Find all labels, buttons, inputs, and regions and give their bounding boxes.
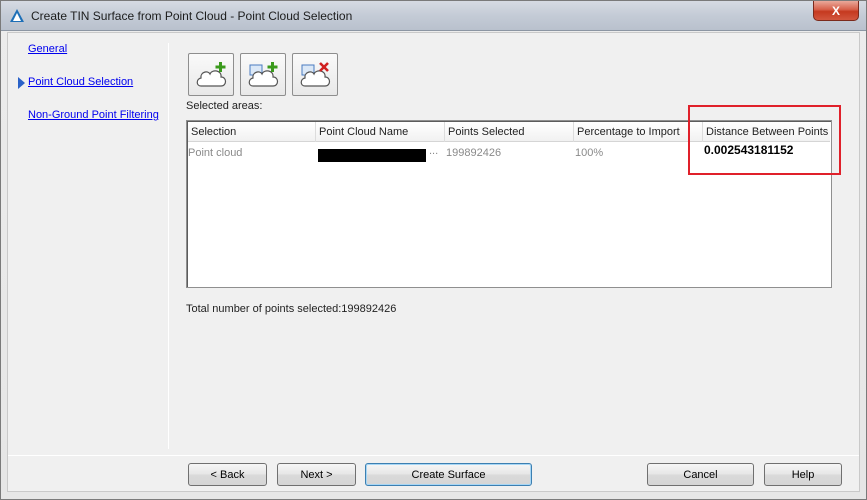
cell-points-selected: 199892426	[446, 147, 502, 159]
column-header-point-cloud-name[interactable]: Point Cloud Name	[316, 122, 445, 142]
dialog-window: Create TIN Surface from Point Cloud - Po…	[0, 0, 867, 500]
column-header-points-selected[interactable]: Points Selected	[445, 122, 574, 142]
footer-divider	[8, 455, 859, 456]
close-button[interactable]: X	[813, 1, 859, 21]
nav-divider	[168, 43, 169, 449]
redacted-point-cloud-name	[318, 149, 426, 162]
active-page-arrow-icon	[18, 77, 25, 89]
nav-item-non-ground-point-filtering[interactable]: Non-Ground Point Filtering	[28, 109, 159, 121]
create-surface-button[interactable]: Create Surface	[365, 463, 532, 486]
close-icon: X	[831, 3, 840, 18]
window-title: Create TIN Surface from Point Cloud - Po…	[31, 9, 353, 23]
help-button[interactable]: Help	[764, 463, 842, 486]
cell-name-ellipsis: ...	[429, 145, 439, 157]
column-header-percentage-to-import[interactable]: Percentage to Import	[574, 122, 703, 142]
selected-areas-label: Selected areas:	[186, 100, 263, 112]
cell-percentage: 100%	[575, 147, 604, 159]
nav-item-general[interactable]: General	[28, 43, 67, 55]
distance-highlight-annotation	[688, 105, 841, 175]
app-icon	[9, 8, 25, 24]
add-point-cloud-icon	[196, 62, 227, 87]
next-button[interactable]: Next >	[277, 463, 356, 486]
back-button[interactable]: < Back	[188, 463, 267, 486]
column-header-selection[interactable]: Selection	[188, 122, 316, 142]
title-bar[interactable]: Create TIN Surface from Point Cloud - Po…	[1, 1, 866, 31]
add-area-icon	[248, 62, 279, 87]
cancel-button[interactable]: Cancel	[647, 463, 754, 486]
total-points-label: Total number of points selected:19989242…	[186, 303, 397, 315]
add-point-cloud-button[interactable]	[188, 53, 234, 96]
nav-item-point-cloud-selection[interactable]: Point Cloud Selection	[28, 76, 133, 88]
wizard-nav: General Point Cloud Selection Non-Ground…	[8, 33, 168, 451]
remove-area-button[interactable]	[292, 53, 338, 96]
add-area-button[interactable]	[240, 53, 286, 96]
remove-area-icon	[300, 62, 331, 87]
content-panel: General Point Cloud Selection Non-Ground…	[7, 32, 860, 492]
cell-selection: Point cloud	[188, 147, 243, 159]
